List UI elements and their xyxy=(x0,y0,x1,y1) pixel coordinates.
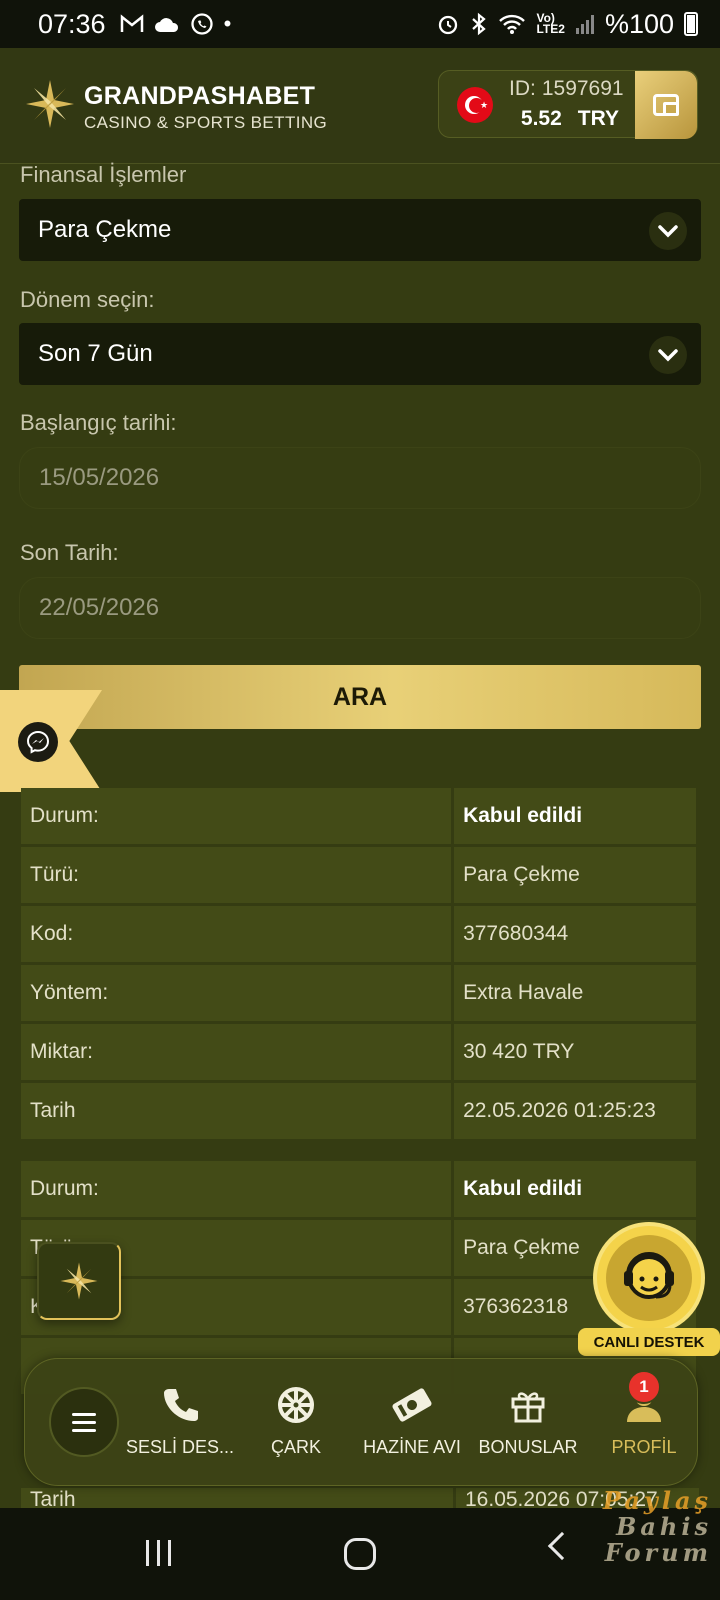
bluetooth-icon xyxy=(472,12,487,36)
wallet-icon xyxy=(653,94,679,116)
menu-button[interactable] xyxy=(49,1387,119,1457)
battery-icon xyxy=(684,12,698,36)
period-value: Son 7 Gün xyxy=(38,340,153,367)
battery-text: %100 xyxy=(604,8,674,39)
balance-amount: 5.52 xyxy=(520,107,562,130)
wallet-button[interactable] xyxy=(635,71,697,139)
profile-notification-badge: 1 xyxy=(627,1370,661,1404)
support-circle xyxy=(593,1222,705,1334)
whatsapp-icon xyxy=(190,13,213,35)
turkey-flag-icon: ★ xyxy=(457,87,493,123)
row-value: 30 420 TRY xyxy=(454,1024,696,1080)
phone-icon xyxy=(164,1389,198,1421)
row-key: Tarih xyxy=(21,1488,453,1508)
watermark-line1: Paylaş xyxy=(602,1486,712,1515)
messenger-icon[interactable] xyxy=(18,722,58,762)
nav-label: PROFİL xyxy=(611,1437,677,1457)
start-date-label: Başlangıç tarihi: xyxy=(20,410,177,435)
row-key: Miktar: xyxy=(21,1024,452,1080)
brand-tagline: CASINO & SPORTS BETTING xyxy=(84,113,328,132)
row-key: Tarih xyxy=(21,1083,452,1139)
search-button[interactable]: ARA xyxy=(19,665,701,729)
home-star-button[interactable] xyxy=(37,1242,121,1320)
recent-apps-button[interactable] xyxy=(146,1540,171,1566)
logo-star-icon[interactable] xyxy=(24,78,76,130)
status-bar: 07:36 • Vo) LTE2 %100 xyxy=(0,0,720,48)
brand[interactable]: GRANDPASHABET CASINO & SPORTS BETTING xyxy=(84,82,327,133)
table-row: Tarih 22.05.2026 01:25:23 xyxy=(21,1083,699,1142)
live-support-button[interactable]: CANLI DESTEK xyxy=(578,1222,720,1360)
row-key: Yöntem: xyxy=(21,965,452,1021)
nav-voice-support[interactable]: SESLİ DES... xyxy=(120,1379,240,1458)
wifi-icon xyxy=(499,14,526,34)
financial-label: Finansal İşlemler xyxy=(20,162,187,187)
account-widget[interactable]: ★ ID: 1597691 5.52 TRY xyxy=(438,70,698,139)
nav-treasure-hunt[interactable]: HAZİNE AVI xyxy=(352,1379,472,1458)
row-value: Kabul edildi xyxy=(454,788,696,844)
account-id-value: 1597691 xyxy=(541,77,624,100)
chevron-down-icon xyxy=(649,212,687,250)
transaction-type-value: Para Çekme xyxy=(38,216,172,243)
bottom-nav: SESLİ DES... ÇARK HAZİNE AVI BONUSLAR PR… xyxy=(24,1358,698,1486)
table-row: Durum: Kabul edildi xyxy=(21,1161,699,1220)
end-date-label: Son Tarih: xyxy=(20,540,119,565)
period-label: Dönem seçin: xyxy=(20,287,155,312)
table-row: Durum: Kabul edildi xyxy=(21,788,699,847)
transaction-card: Durum:Kabul edildi Türü:Para Çekme Kod:3… xyxy=(21,788,699,1142)
ticket-icon xyxy=(392,1388,432,1422)
signal-icon xyxy=(575,15,594,34)
table-row: Yöntem: Extra Havale xyxy=(21,965,699,1024)
nav-label: ÇARK xyxy=(270,1437,321,1457)
row-value: 22.05.2026 01:25:23 xyxy=(454,1083,696,1139)
row-value: Extra Havale xyxy=(454,965,696,1021)
cloud-icon xyxy=(154,18,178,32)
app-header: GRANDPASHABET CASINO & SPORTS BETTING ★ … xyxy=(0,48,720,164)
row-key: Durum: xyxy=(21,788,452,844)
watermark-line2: Bahis Forum xyxy=(604,1512,712,1567)
transaction-type-select[interactable]: Para Çekme xyxy=(19,199,701,261)
period-select[interactable]: Son 7 Gün xyxy=(19,323,701,385)
forum-watermark: Paylaş Bahis Forum xyxy=(506,1488,712,1566)
nav-label: BONUSLAR xyxy=(478,1437,578,1457)
gift-icon xyxy=(511,1392,545,1423)
live-support-label: CANLI DESTEK xyxy=(578,1328,720,1356)
balance: 5.52 TRY xyxy=(509,107,619,131)
table-row: Miktar: 30 420 TRY xyxy=(21,1024,699,1083)
table-row: Türü:Para Çekme xyxy=(21,847,699,906)
nav-label: SESLİ DES... xyxy=(125,1437,235,1457)
row-key: Durum: xyxy=(21,1161,452,1217)
balance-currency: TRY xyxy=(577,107,619,130)
system-icons: Vo) LTE2 %100 xyxy=(436,9,698,40)
nav-bonuses[interactable]: BONUSLAR xyxy=(468,1379,588,1458)
volte-icon: Vo) LTE2 xyxy=(536,11,565,36)
nav-label: HAZİNE AVI xyxy=(363,1437,461,1457)
row-value: 377680344 xyxy=(454,906,696,962)
star-logo-icon xyxy=(60,1262,98,1300)
row-key: Kod: xyxy=(21,906,452,962)
row-value: Kabul edildi xyxy=(454,1161,696,1217)
end-date-input[interactable]: 22/05/2026 xyxy=(19,577,701,639)
account-id-label: ID: xyxy=(509,77,536,100)
hamburger-icon xyxy=(72,1412,96,1416)
clock: 07:36 xyxy=(38,8,106,39)
gmail-icon xyxy=(120,14,143,32)
network-type: LTE2 xyxy=(536,22,565,36)
wheel-icon xyxy=(278,1387,314,1423)
account-id: ID: 1597691 xyxy=(509,77,624,101)
row-key: Türü: xyxy=(21,847,452,903)
nav-wheel[interactable]: ÇARK xyxy=(236,1379,356,1458)
row-value: Para Çekme xyxy=(454,847,696,903)
more-dot-icon: • xyxy=(223,11,232,36)
table-row: Kod: 377680344 xyxy=(21,906,699,965)
start-date-input[interactable]: 15/05/2026 xyxy=(19,447,701,509)
chevron-down-icon xyxy=(649,336,687,374)
brand-name: GRANDPASHABET xyxy=(84,82,316,110)
home-button[interactable] xyxy=(344,1538,376,1570)
notification-icons: • xyxy=(120,11,232,37)
alarm-icon xyxy=(439,15,458,35)
headset-agent-icon xyxy=(624,1252,674,1299)
